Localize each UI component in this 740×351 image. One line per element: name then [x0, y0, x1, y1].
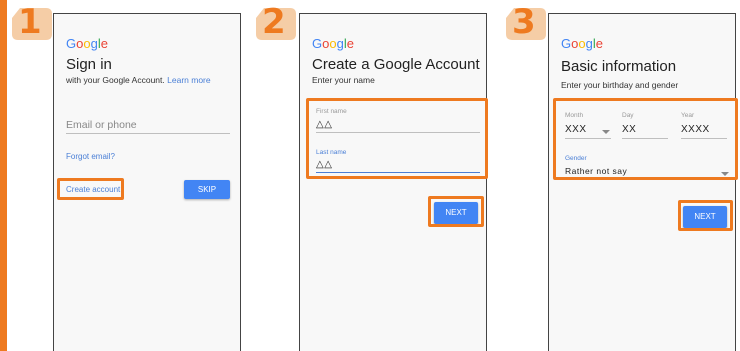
highlight-next-button	[428, 196, 484, 227]
google-logo: Google	[561, 36, 603, 51]
page-title: Basic information	[561, 58, 677, 75]
page-subtitle: Enter your birthday and gender	[561, 80, 679, 90]
email-field-underline	[66, 133, 230, 134]
google-logo: Google	[312, 36, 354, 51]
step-number-2: 2	[262, 2, 286, 42]
subtitle-text: with your Google Account.	[66, 75, 165, 85]
page-title: Sign in	[66, 56, 112, 73]
page-title: Create a Google Account	[312, 56, 480, 73]
highlight-create-account	[57, 178, 124, 200]
page-subtitle: with your Google Account. Learn more	[66, 75, 211, 85]
phone-screen-basic-info: Google Basic information Enter your birt…	[548, 13, 736, 351]
step-badge-3: 3	[506, 2, 546, 42]
forgot-email-link[interactable]: Forgot email?	[66, 152, 115, 161]
highlight-next-button	[678, 200, 733, 231]
page-subtitle: Enter your name	[312, 75, 375, 85]
left-accent-bar	[0, 0, 7, 351]
email-field[interactable]: Email or phone	[66, 119, 137, 131]
phone-screen-create-account: Google Create a Google Account Enter you…	[299, 13, 487, 351]
step-number-3: 3	[512, 2, 536, 42]
google-logo: Google	[66, 36, 108, 51]
skip-button[interactable]: SKIP	[184, 180, 230, 199]
highlight-birthday-gender	[553, 98, 738, 180]
learn-more-link[interactable]: Learn more	[167, 75, 210, 85]
highlight-name-fields	[306, 98, 488, 179]
step-badge-1: 1	[12, 2, 52, 42]
step-number-1: 1	[18, 2, 42, 42]
step-badge-2: 2	[256, 2, 296, 42]
